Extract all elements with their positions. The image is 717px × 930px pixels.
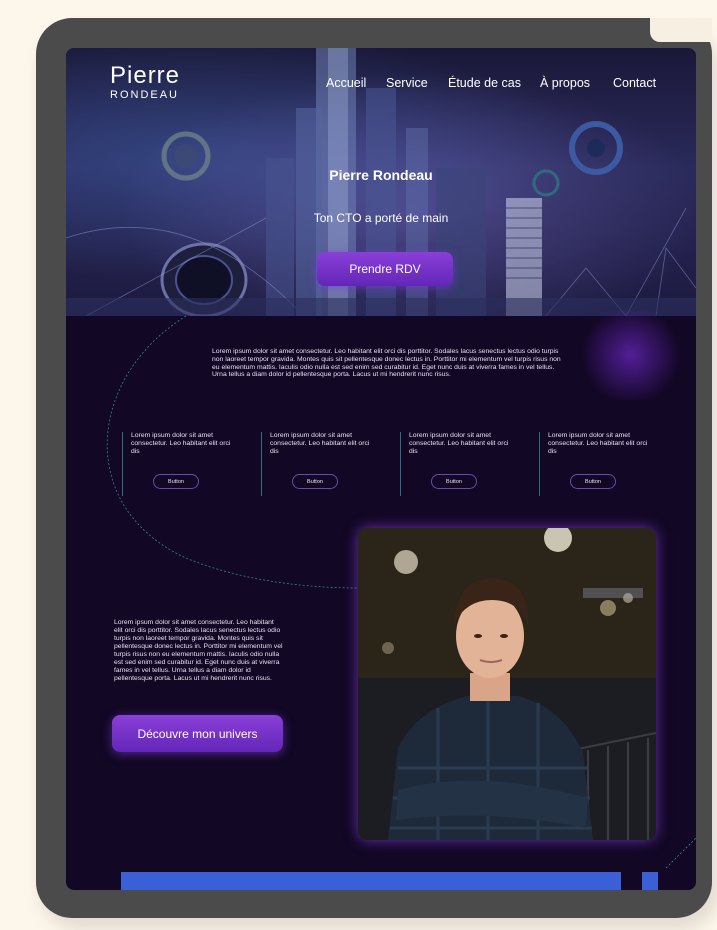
portrait-illustration	[358, 528, 656, 840]
feature-card: Lorem ipsum dolor sit amet consectetur. …	[261, 432, 382, 496]
footer-bar-segment	[642, 872, 658, 890]
feature-text: Lorem ipsum dolor sit amet consectetur. …	[548, 432, 648, 455]
brand-first-name: Pierre	[110, 62, 181, 89]
hero-subtitle: Ton CTO a porté de main	[313, 211, 449, 225]
feature-text: Lorem ipsum dolor sit amet consectetur. …	[131, 432, 231, 455]
decouvre-mon-univers-button[interactable]: Découvre mon univers	[112, 715, 283, 752]
tablet-edge	[650, 18, 712, 42]
nav-contact[interactable]: Contact	[613, 76, 656, 90]
nav-service[interactable]: Service	[386, 76, 428, 90]
feature-button[interactable]: Button	[570, 474, 616, 489]
feature-text: Lorem ipsum dolor sit amet consectetur. …	[409, 432, 509, 455]
intro-paragraph: Lorem ipsum dolor sit amet consectetur. …	[212, 348, 561, 379]
feature-card: Lorem ipsum dolor sit amet consectetur. …	[122, 432, 243, 496]
purple-glow	[576, 310, 686, 400]
prendre-rdv-button[interactable]: Prendre RDV	[317, 252, 453, 286]
brand-last-name: RONDEAU	[110, 89, 180, 101]
website-screen: Pierre RONDEAU Accueil Service Étude de …	[66, 48, 696, 890]
feature-button[interactable]: Button	[431, 474, 477, 489]
footer-bar	[121, 872, 621, 890]
nav-etude-de-cas[interactable]: Étude de cas	[448, 76, 521, 90]
nav-a-propos[interactable]: À propos	[540, 76, 590, 90]
feature-card: Lorem ipsum dolor sit amet consectetur. …	[400, 432, 521, 496]
feature-text: Lorem ipsum dolor sit amet consectetur. …	[270, 432, 370, 455]
portrait-photo	[358, 528, 656, 840]
hero-title: Pierre Rondeau	[329, 167, 433, 183]
feature-card: Lorem ipsum dolor sit amet consectetur. …	[539, 432, 660, 496]
brand-logo[interactable]: Pierre RONDEAU	[110, 62, 181, 102]
feature-button[interactable]: Button	[153, 474, 199, 489]
about-paragraph: Lorem ipsum dolor sit amet consectetur. …	[114, 619, 283, 682]
nav-accueil[interactable]: Accueil	[326, 76, 366, 90]
feature-button[interactable]: Button	[292, 474, 338, 489]
hero-section: Pierre RONDEAU Accueil Service Étude de …	[66, 48, 696, 316]
